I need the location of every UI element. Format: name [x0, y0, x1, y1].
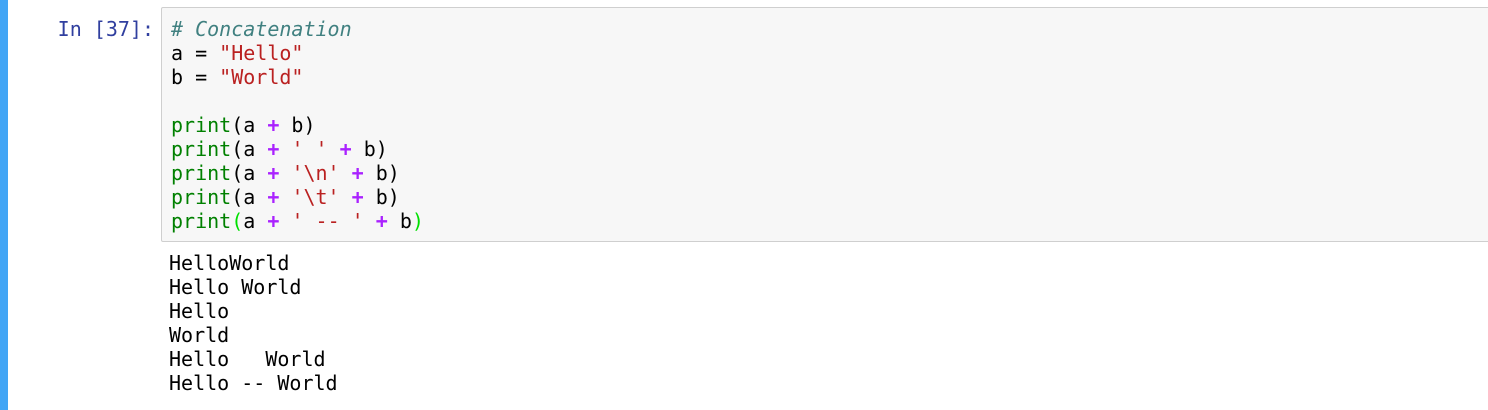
code-line[interactable] [171, 89, 424, 113]
code-token-plain: (a [231, 137, 268, 161]
code-token-plain: b) [363, 161, 400, 185]
code-line[interactable]: print(a + ' ' + b) [171, 137, 424, 161]
cell-selection-indicator [0, 0, 8, 410]
output-line: World [169, 323, 230, 347]
code-token-plain: b) [279, 113, 316, 137]
code-line[interactable]: a = "Hello" [171, 41, 424, 65]
code-token-op: + [351, 161, 364, 185]
code-token-builtin: print [171, 137, 232, 161]
code-token-op: + [351, 185, 364, 209]
code-token-plain: = [183, 65, 220, 89]
code-line[interactable]: print(a + '\t' + b) [171, 185, 424, 209]
code-line[interactable]: print(a + ' -- ' + b) [171, 209, 424, 233]
code-token-op: + [339, 137, 352, 161]
code-token-op: + [375, 209, 388, 233]
code-token-string: '\n' [291, 161, 340, 185]
input-prompt: In [37]: [57, 17, 154, 41]
code-line[interactable]: b = "World" [171, 65, 424, 89]
code-token-builtin: print [171, 185, 232, 209]
code-token-name: b [171, 65, 184, 89]
code-token-plain: b [387, 209, 412, 233]
code-token-builtin: print [171, 113, 232, 137]
code-token-plain: a [243, 209, 268, 233]
code-token-comment: # Concatenation [171, 17, 352, 41]
code-token-plain: = [183, 41, 220, 65]
code-token-builtin: print [171, 209, 232, 233]
output-line: Hello [169, 299, 230, 323]
code-token-string: ' ' [291, 137, 328, 161]
code-token-string: "Hello" [219, 41, 304, 65]
code-content[interactable]: # Concatenation a = "Hello" b = "World" pri… [171, 17, 424, 233]
code-line[interactable]: print(a + '\n' + b) [171, 161, 424, 185]
code-cell[interactable]: In [37]: # Concatenation a = "Hello" b = "… [0, 0, 1488, 410]
code-token-op: + [267, 209, 280, 233]
output-line: HelloWorld [169, 251, 290, 275]
code-token-string: '\t' [291, 185, 340, 209]
code-token-op: + [267, 161, 280, 185]
code-editor[interactable]: # Concatenation a = "Hello" b = "World" pri… [161, 7, 1488, 242]
code-token-bracket-match: ) [411, 209, 424, 233]
code-token-op: + [267, 137, 280, 161]
code-token-plain: b) [351, 137, 388, 161]
code-token-bracket-match: ( [231, 209, 244, 233]
code-token-plain: (a [231, 113, 268, 137]
output-line: Hello World [169, 275, 302, 299]
output-line: Hello World [169, 347, 326, 371]
code-token-builtin: print [171, 161, 232, 185]
code-token-plain: b) [363, 185, 400, 209]
code-token-plain: (a [231, 161, 268, 185]
code-line[interactable]: # Concatenation [171, 17, 424, 41]
cell-output: HelloWorld Hello World Hello World Hello Wor… [169, 251, 338, 395]
output-line: Hello -- World [169, 371, 338, 395]
code-token-string: "World" [219, 65, 304, 89]
code-line[interactable]: print(a + b) [171, 113, 424, 137]
code-token-op: + [267, 185, 280, 209]
code-token-name: a [171, 41, 184, 65]
code-token-op: + [267, 113, 280, 137]
code-token-string: ' -- ' [291, 209, 364, 233]
code-token-plain: (a [231, 185, 268, 209]
